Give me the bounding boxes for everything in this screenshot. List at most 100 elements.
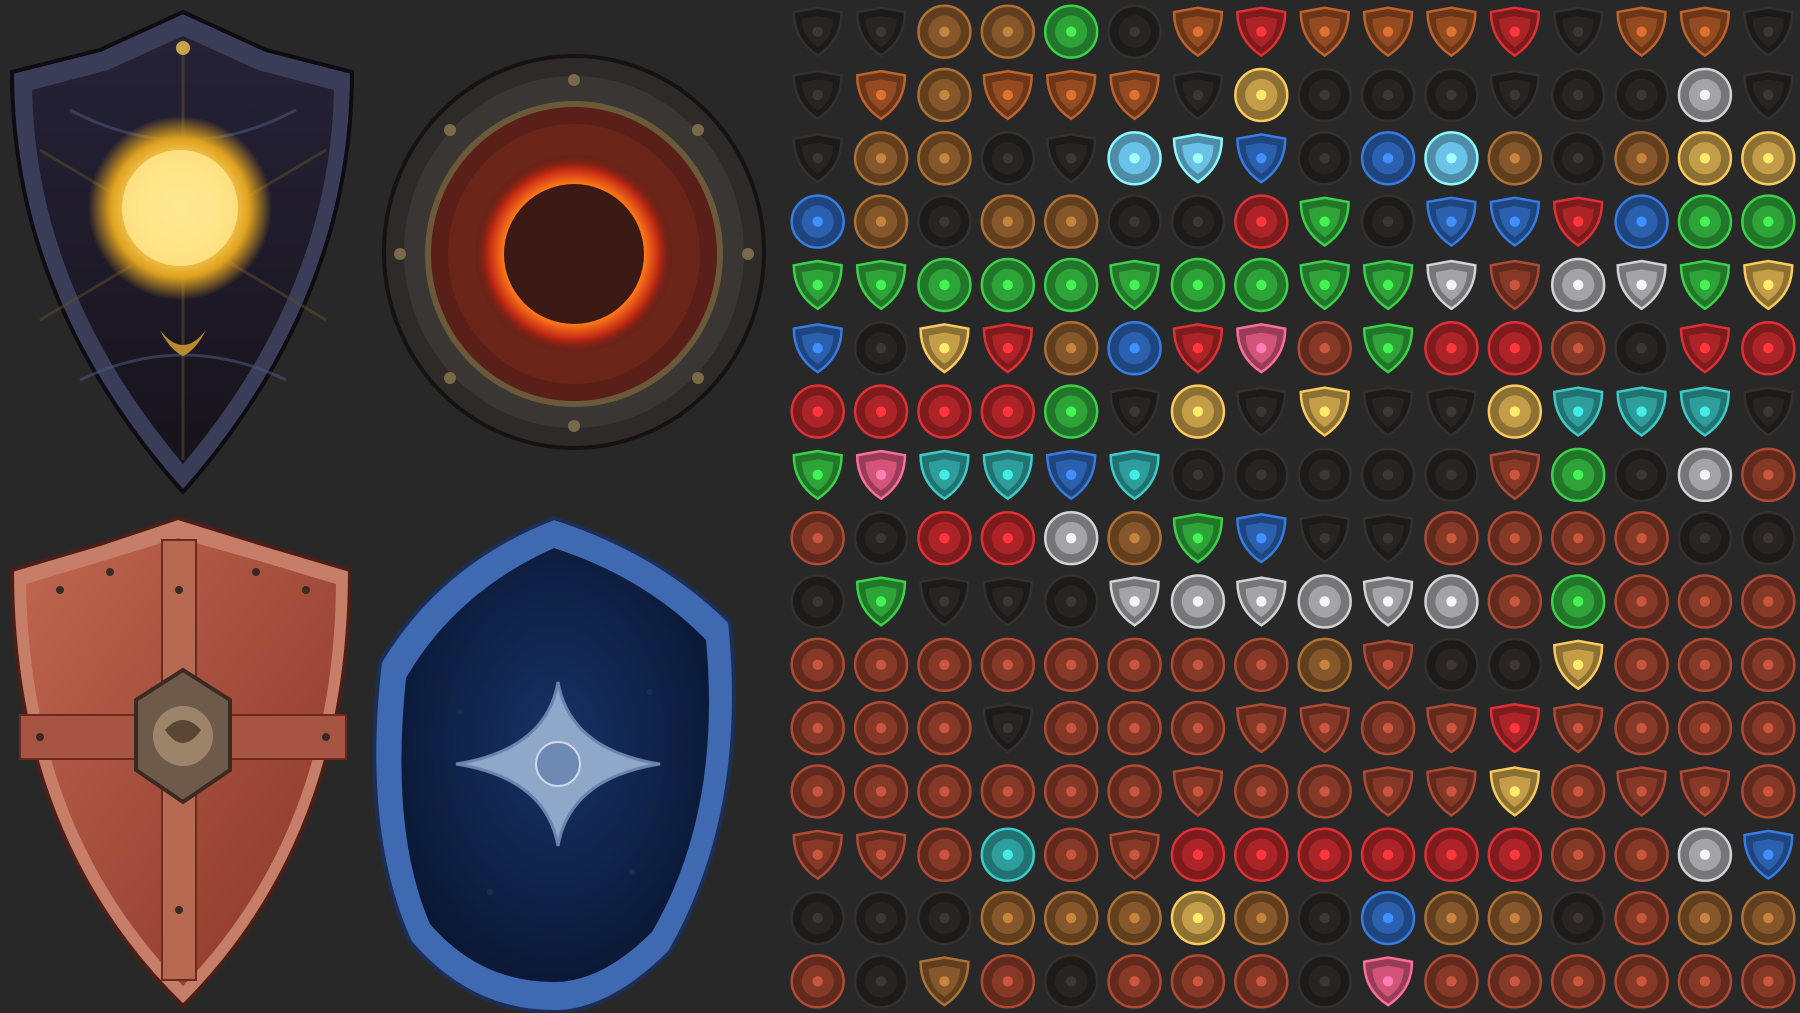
shield-icon-dark-round <box>790 890 845 946</box>
solar-eclipse-round-shield-art <box>382 54 766 450</box>
shield-icon-bronze-round <box>980 194 1036 249</box>
shield-icon-dark-round <box>853 954 909 1009</box>
shield-icon-copper-round <box>1677 574 1733 629</box>
shield-icon-blue-kite <box>1426 196 1477 247</box>
shield-icon-dark-round <box>1487 637 1543 692</box>
shield-icon-copper-kite <box>1426 702 1477 754</box>
shield-icon-green-round <box>1550 447 1606 503</box>
shield-icon-copper-round <box>917 700 972 756</box>
shield-icon-copper-round <box>1550 954 1606 1009</box>
shield-icon-dark-kite <box>1236 386 1287 437</box>
shield-icon-copper-round <box>853 764 909 819</box>
shield-icon-copper-round <box>1741 447 1796 503</box>
shield-icon-green-round <box>1677 194 1733 249</box>
shield-icon-red-round <box>917 384 972 439</box>
shield-icon-bronze-round <box>1234 890 1289 946</box>
shield-icon-red-round <box>980 510 1036 566</box>
shield-icon-dark-kite <box>1553 6 1604 58</box>
shield-icon-blue-round <box>1107 321 1162 376</box>
shield-icon-gold-round <box>1741 131 1796 186</box>
shield-icon-copper-kite <box>1109 829 1160 881</box>
shield-icon-dark-kite <box>1362 386 1414 437</box>
shield-icon-copper-round <box>1043 700 1099 756</box>
shield-icon-bronze-round <box>1614 131 1669 186</box>
shield-icon-dark-round <box>1550 890 1606 946</box>
shield-icon-dark-kite <box>1743 6 1794 58</box>
shield-icon-blue-round <box>1360 131 1416 186</box>
shield-icon-copper-round <box>1614 700 1669 756</box>
shield-icon-dark-kite <box>792 133 843 184</box>
shield-icon-copper-kite <box>1489 259 1540 311</box>
shield-icon-red-round <box>1487 827 1543 882</box>
shield-icon-dark-kite <box>792 6 843 58</box>
shield-icon-red-kite <box>1489 702 1540 754</box>
shield-icon-copper-round <box>1741 764 1796 819</box>
blue-star-oval-shield <box>370 512 740 1013</box>
shield-icon-gold-kite <box>1299 386 1350 437</box>
shield-icon-green-round <box>1741 194 1796 249</box>
shield-icon-copper-round <box>1234 637 1289 692</box>
shield-icon-copper-round <box>1107 700 1162 756</box>
shield-icon-grid <box>786 0 1800 1013</box>
shield-icon-green-round <box>917 257 972 313</box>
shield-icon-blue-kite <box>792 323 843 374</box>
shield-icon-ice-kite <box>1172 133 1224 184</box>
shield-icon-green-kite <box>792 449 843 501</box>
shield-icon-dark-round <box>853 890 909 946</box>
shield-icon-bronze-round <box>1677 890 1733 946</box>
shield-icon-copper-kite <box>1299 702 1350 754</box>
shield-icon-copper-round <box>1043 637 1099 692</box>
shield-icon-bronze-round <box>917 67 972 123</box>
shield-icon-dark-round <box>1234 447 1289 503</box>
shield-icon-green-round <box>1550 574 1606 629</box>
shield-icon-copper-round <box>1170 954 1226 1009</box>
shield-icon-copper-kite <box>1553 702 1604 754</box>
shield-icon-bronze-round <box>1487 890 1543 946</box>
shield-icon-copper-round <box>1360 700 1416 756</box>
shield-icon-bronze-round <box>980 4 1036 59</box>
leather-cross-heater-shield <box>0 510 366 1013</box>
shield-icon-dark-round <box>917 890 972 946</box>
shield-icon-red-round <box>1234 194 1289 249</box>
shield-icon-dark-kite <box>1743 69 1794 121</box>
shield-icon-grid-canvas <box>790 4 1796 1009</box>
shield-icon-bronze-round <box>980 890 1036 946</box>
shield-icon-red-round <box>1741 321 1796 376</box>
shield-icon-green-kite <box>1299 196 1350 247</box>
shield-icon-copper-kite <box>1616 766 1667 817</box>
shield-icon-dark-round <box>1614 67 1669 123</box>
shield-icon-blue-kite <box>1236 513 1287 564</box>
shield-icon-blue-kite <box>1489 196 1540 247</box>
shield-icon-dark-kite <box>1426 386 1477 437</box>
shield-icon-copper-round <box>1170 637 1226 692</box>
shield-icon-red-kite <box>1236 6 1287 58</box>
shield-icon-copper-round <box>1677 954 1733 1009</box>
shield-icon-silver-round <box>1170 574 1226 629</box>
shield-icon-bronze-round <box>1043 321 1099 376</box>
shield-icon-bronze-round <box>853 194 909 249</box>
shield-icon-dark-kite <box>1362 513 1414 564</box>
shield-icon-dark-round <box>1297 131 1352 186</box>
shield-icon-dark-round <box>1424 67 1479 123</box>
shield-icon-teal-kite <box>1109 449 1160 501</box>
shield-icon-copper-round <box>980 954 1036 1009</box>
shield-icon-dark-round <box>1741 510 1796 566</box>
shield-icon-dark-round <box>917 194 972 249</box>
shield-icon-copper-round <box>790 700 845 756</box>
shield-icon-green-kite <box>792 259 843 311</box>
shield-icon-copper-kite <box>1362 766 1414 817</box>
shield-icon-silver-kite <box>1362 576 1414 627</box>
shield-icon-red-round <box>1360 827 1416 882</box>
shield-icon-green-kite <box>1172 513 1224 564</box>
shield-icon-green-round <box>980 257 1036 313</box>
shield-icon-gold-round <box>1677 131 1733 186</box>
shield-icon-dark-kite <box>792 69 843 121</box>
shield-icon-dark-round <box>853 321 909 376</box>
shield-icon-red-round <box>917 510 972 566</box>
shield-icon-copper-round <box>1487 954 1543 1009</box>
shield-icon-red-kite <box>1553 196 1604 247</box>
shield-icon-silver-kite <box>1236 576 1287 627</box>
shield-icon-green-kite <box>1679 259 1731 311</box>
shield-icon-red-round <box>853 384 909 439</box>
shield-icon-dark-kite <box>1743 386 1794 437</box>
